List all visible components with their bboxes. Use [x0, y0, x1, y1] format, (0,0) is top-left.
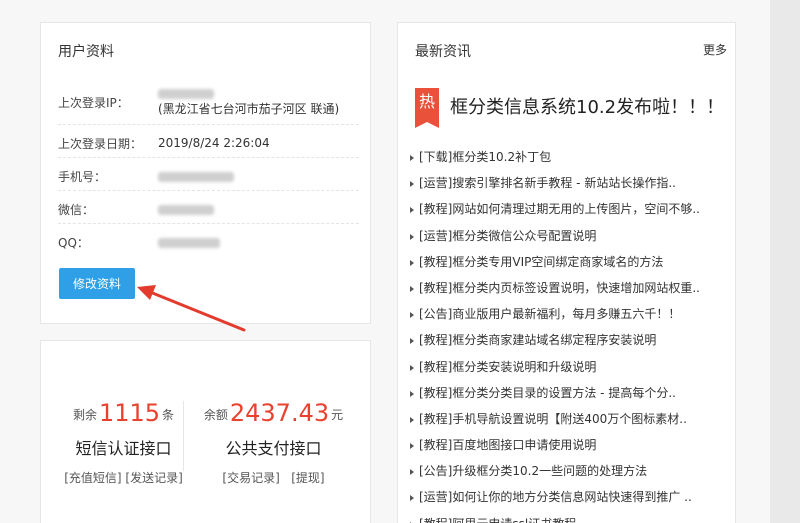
- last-login-ip-label: 上次登录IP：: [58, 96, 129, 110]
- last-login-date-value: 2019/8/24 2:26:04: [158, 136, 270, 150]
- pay-interface-name: 公共支付接口: [225, 439, 322, 458]
- recharge-sms-link[interactable]: [充值短信]: [64, 471, 121, 485]
- news-item[interactable]: [教程]框分类商家建站域名绑定程序安装说明: [409, 327, 727, 353]
- pay-unit: 元: [331, 408, 344, 422]
- more-link[interactable]: 更多: [703, 41, 727, 58]
- news-item[interactable]: [教程]框分类内页标签设置说明，快速增加网站权重..: [409, 275, 727, 301]
- phone-row: 手机号：: [58, 158, 359, 191]
- withdraw-link[interactable]: [提现]: [291, 471, 324, 485]
- news-item[interactable]: [教程]框分类分类目录的设置方法 - 提高每个分..: [409, 380, 727, 406]
- last-login-ip-row: 上次登录IP： (黑龙江省七台河市茄子河区 联通): [58, 79, 359, 125]
- pay-links: [交易记录] [提现]: [191, 469, 356, 486]
- news-item[interactable]: [下载]框分类10.2补丁包: [409, 144, 727, 170]
- news-item[interactable]: [教程]阿里云申请ssl证书教程: [409, 511, 727, 523]
- pay-amount: 2437.43: [229, 399, 330, 427]
- last-login-date-label: 上次登录日期：: [58, 137, 143, 151]
- user-profile-card: 用户资料 上次登录IP： (黑龙江省七台河市茄子河区 联通) 上次登录日期： 2…: [40, 22, 371, 324]
- news-item[interactable]: [公告]商业版用户最新福利，每月多赚五六千！！: [409, 301, 727, 327]
- sms-unit: 条: [162, 408, 175, 422]
- last-login-date-row: 上次登录日期： 2019/8/24 2:26:04: [58, 125, 359, 158]
- last-login-ip-value: (黑龙江省七台河市茄子河区 联通): [158, 85, 339, 117]
- news-item[interactable]: [教程]框分类专用VIP空间绑定商家域名的方法: [409, 249, 727, 275]
- wechat-label: 微信：: [58, 203, 95, 217]
- sms-remaining: 剩余1115 条: [41, 399, 206, 427]
- hot-headline[interactable]: 框分类信息系统10.2发布啦！！！: [450, 93, 724, 119]
- edit-profile-button[interactable]: 修改资料: [59, 268, 135, 299]
- pay-balance: 余额2437.43 元: [191, 399, 356, 427]
- news-card: 最新资讯 更多 热 框分类信息系统10.2发布啦！！！ [下载]框分类10.2补…: [397, 22, 736, 523]
- qq-row: QQ：: [58, 224, 359, 257]
- qq-label: QQ：: [58, 236, 89, 250]
- pay-prefix: 余额: [203, 408, 228, 422]
- stats-divider: [183, 401, 184, 471]
- send-records-link[interactable]: [发送记录]: [125, 471, 182, 485]
- sms-links: [充值短信] [发送记录]: [41, 469, 206, 486]
- news-item[interactable]: [教程]百度地图接口申请使用说明: [409, 432, 727, 458]
- news-item[interactable]: [运营]框分类微信公众号配置说明: [409, 223, 727, 249]
- news-item[interactable]: [教程]框分类安装说明和升级说明: [409, 354, 727, 380]
- news-card-title: 最新资讯: [415, 44, 471, 60]
- wechat-value: [158, 201, 214, 217]
- user-card-title: 用户资料: [58, 44, 114, 60]
- news-item[interactable]: [运营]搜索引擎排名新手教程 - 新站站长操作指..: [409, 170, 727, 196]
- ip-location: (黑龙江省七台河市茄子河区 联通): [158, 102, 340, 116]
- scrollbar-track[interactable]: [770, 0, 800, 523]
- news-item[interactable]: [公告]升级框分类10.2一些问题的处理方法: [409, 458, 727, 484]
- sms-prefix: 剩余: [72, 408, 97, 422]
- hot-badge-icon: 热: [415, 88, 439, 128]
- news-item[interactable]: [运营]如何让你的地方分类信息网站快速得到推广 ..: [409, 484, 727, 510]
- sms-count: 1115: [98, 399, 161, 427]
- news-item[interactable]: [教程]手机导航设置说明【附送400万个图标素材..: [409, 406, 727, 432]
- qq-value: [158, 234, 220, 250]
- wechat-row: 微信：: [58, 191, 359, 224]
- transaction-records-link[interactable]: [交易记录]: [222, 471, 279, 485]
- interface-stats-card: 剩余1115 条 短信认证接口 [充值短信] [发送记录] 余额2437.43 元 …: [40, 340, 371, 523]
- phone-value: [158, 168, 234, 184]
- news-item[interactable]: [教程]网站如何清理过期无用的上传图片，空间不够..: [409, 196, 727, 222]
- news-list: [下载]框分类10.2补丁包 [运营]搜索引擎排名新手教程 - 新站站长操作指.…: [409, 144, 727, 523]
- ip-redacted: [158, 88, 214, 99]
- sms-interface-name: 短信认证接口: [75, 439, 172, 458]
- phone-label: 手机号：: [58, 170, 107, 184]
